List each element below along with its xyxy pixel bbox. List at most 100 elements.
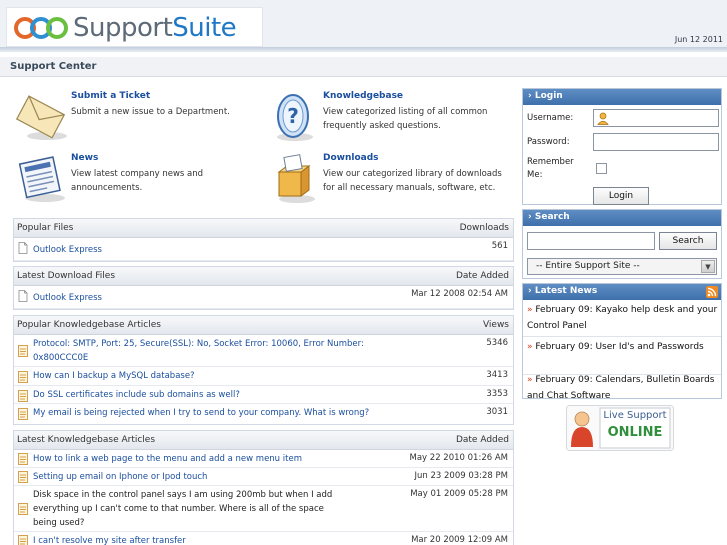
file-link[interactable]: Outlook Express (33, 291, 102, 305)
news-item[interactable]: » February 09: Kayako help desk and your… (527, 302, 719, 334)
tile-desc: View categorized listing of all common f… (323, 107, 488, 131)
article-link[interactable]: Do SSL certificates include sub domains … (33, 388, 240, 402)
password-field[interactable] (593, 133, 719, 151)
table-title: Popular Knowledgebase Articles (17, 320, 161, 330)
search-panel: › Search Search -- Entire Support Site -… (522, 209, 722, 279)
article-link[interactable]: Disk space in the control panel says I a… (33, 488, 338, 530)
article-icon (18, 345, 28, 357)
tile-title[interactable]: Knowledgebase (323, 91, 403, 101)
news-title: Latest News (534, 286, 598, 296)
date-added: Jun 23 2009 03:28 PM (414, 471, 509, 481)
article-icon (18, 408, 28, 420)
table-row[interactable]: Protocol: SMTP, Port: 25, Secure(SSL): N… (14, 335, 513, 367)
view-count: 5346 (486, 338, 508, 348)
popular-files-table: Popular Files Downloads Outlook Express … (13, 218, 514, 262)
view-count: 3031 (486, 407, 508, 417)
logo-rings-icon (14, 17, 68, 39)
table-row[interactable]: Do SSL certificates include sub domains … (14, 386, 513, 404)
username-label: Username: (527, 113, 574, 123)
table-header: Popular Files Downloads (14, 219, 513, 238)
file-link[interactable]: Outlook Express (33, 243, 102, 257)
table-row[interactable]: Outlook Express Mar 12 2008 02:54 AM (14, 286, 513, 309)
popular-kb-table: Popular Knowledgebase Articles Views Pro… (13, 315, 514, 425)
latest-downloads-table: Latest Download Files Date Added Outlook… (13, 266, 514, 310)
search-input[interactable] (527, 232, 655, 250)
page-title: Support Center (10, 61, 97, 72)
username-field[interactable] (593, 109, 719, 127)
tile-desc: View latest company news and announcemen… (71, 169, 204, 193)
news-item[interactable]: » February 09: Calendars, Bulletin Board… (527, 372, 719, 404)
live-support-badge[interactable]: Live Support ONLINE (566, 405, 674, 451)
article-link[interactable]: How can I backup a MySQL database? (33, 369, 195, 383)
login-button[interactable]: Login (593, 187, 649, 205)
table-row[interactable]: Disk space in the control panel says I a… (14, 486, 513, 532)
date-added: Mar 12 2008 02:54 AM (411, 289, 508, 299)
header: SupportSuite Jun 12 2011 (0, 0, 727, 52)
article-link[interactable]: My email is being rejected when I try to… (33, 406, 369, 420)
date-added: Mar 20 2009 12:09 AM (411, 535, 508, 545)
news-item[interactable]: » February 09: User Id's and Passwords (527, 339, 719, 355)
tile-knowledgebase[interactable]: ? Knowledgebase View categorized listing… (265, 88, 515, 146)
article-icon (18, 503, 28, 515)
panel-header: › Search (523, 210, 721, 226)
tile-title[interactable]: News (71, 153, 98, 163)
column-header: Date Added (455, 271, 509, 281)
column-header: Downloads (459, 223, 509, 233)
news-item-text[interactable]: February 09: Calendars, Bulletin Boards … (527, 375, 715, 401)
chevron-down-icon[interactable]: ▼ (701, 260, 715, 273)
news-panel: › Latest News » February 09: Kayako help… (522, 283, 722, 401)
search-scope-select[interactable]: -- Entire Support Site -- ▼ (527, 258, 717, 275)
table-header: Popular Knowledgebase Articles Views (14, 316, 513, 335)
tile-news[interactable]: News View latest company news and announ… (13, 150, 263, 208)
latest-kb-table: Latest Knowledgebase Articles Date Added… (13, 430, 514, 545)
article-link[interactable]: Protocol: SMTP, Port: 25, Secure(SSL): N… (33, 337, 378, 365)
header-date: Jun 12 2011 (674, 35, 723, 44)
tile-submit-ticket[interactable]: Submit a Ticket Submit a new issue to a … (13, 88, 263, 146)
download-box-icon (277, 154, 315, 203)
table-row[interactable]: Setting up email on Iphone or Ipod touch… (14, 468, 513, 486)
article-link[interactable]: How to link a web page to the menu and a… (33, 452, 302, 466)
news-item-text[interactable]: February 09: Kayako help desk and your C… (527, 305, 717, 331)
search-button[interactable]: Search (659, 232, 717, 250)
news-item-text[interactable]: February 09: User Id's and Passwords (535, 342, 703, 352)
login-title: Login (534, 91, 563, 101)
tile-desc: View our categorized library of download… (323, 169, 502, 193)
online-status: ONLINE (607, 425, 663, 440)
article-link[interactable]: I can't resolve my site after transfer (33, 534, 186, 545)
table-row[interactable]: My email is being rejected when I try to… (14, 404, 513, 423)
article-icon (18, 371, 28, 383)
article-link[interactable]: Setting up email on Iphone or Ipod touch (33, 470, 207, 484)
chevron-right-icon: › (528, 286, 532, 296)
search-title: Search (534, 212, 570, 222)
remember-checkbox[interactable] (596, 163, 607, 174)
download-count: 561 (491, 241, 508, 251)
tile-title[interactable]: Submit a Ticket (71, 91, 150, 101)
column-header: Views (482, 320, 509, 330)
remember-label: Remember Me: (527, 157, 574, 180)
logo[interactable]: SupportSuite (6, 7, 263, 47)
logo-text-support: Support (73, 13, 173, 43)
live-support-label: Live Support (603, 410, 667, 421)
date-added: May 01 2009 05:28 PM (410, 489, 508, 499)
article-icon (18, 471, 28, 483)
rss-icon[interactable] (706, 286, 718, 298)
tile-downloads[interactable]: Downloads View our categorized library o… (265, 150, 515, 208)
divider (523, 336, 721, 337)
column-header: Date Added (455, 435, 509, 445)
table-row[interactable]: How to link a web page to the menu and a… (14, 450, 513, 468)
logo-text-suite: Suite (172, 13, 237, 43)
article-icon (18, 390, 28, 402)
table-row[interactable]: How can I backup a MySQL database? 3413 (14, 367, 513, 386)
login-panel: › Login Username: Password: Remember Me:… (522, 88, 722, 205)
table-row[interactable]: Outlook Express 561 (14, 238, 513, 261)
help-question-icon: ? (277, 94, 313, 141)
tile-title[interactable]: Downloads (323, 153, 379, 163)
article-icon (18, 535, 28, 545)
view-count: 3353 (486, 389, 508, 399)
panel-header: › Latest News (523, 284, 721, 300)
table-title: Latest Knowledgebase Articles (17, 435, 156, 445)
table-row[interactable]: I can't resolve my site after transfer M… (14, 532, 513, 545)
view-count: 3413 (486, 370, 508, 380)
table-title: Popular Files (17, 223, 74, 233)
file-icon (18, 290, 28, 302)
